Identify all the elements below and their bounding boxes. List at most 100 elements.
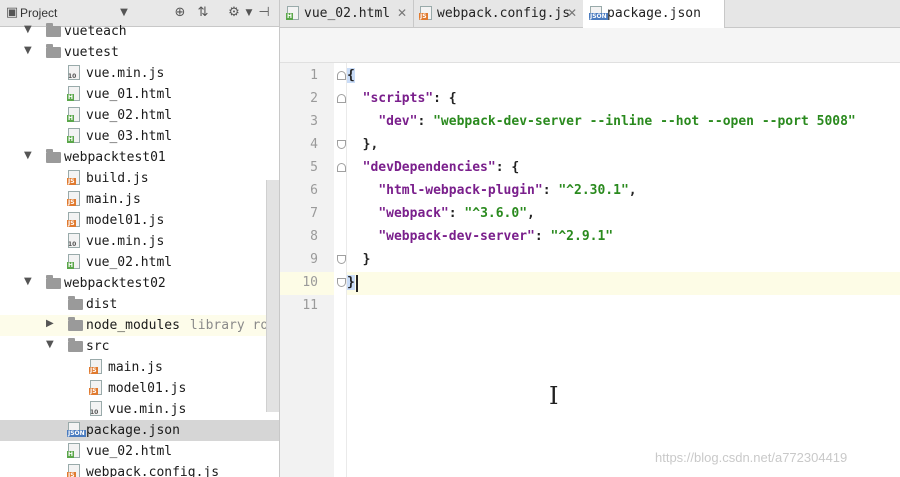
close-tab-icon[interactable]: ✕: [567, 6, 577, 20]
fold-marker-icon[interactable]: [337, 94, 346, 103]
binary-file-icon: 10: [68, 233, 80, 248]
tree-item-label: vue_02.html: [86, 444, 173, 459]
tree-item-label: vueteach: [64, 24, 127, 39]
collapse-arrow-icon[interactable]: ▼: [24, 24, 36, 38]
project-panel-title[interactable]: Project: [20, 6, 57, 20]
fold-marker-icon[interactable]: [337, 71, 346, 80]
tree-folder[interactable]: ▶ node_modules library root: [0, 315, 279, 336]
hide-panel-icon[interactable]: ⊣: [256, 5, 272, 21]
file-type-badge: JS: [89, 388, 98, 395]
file-type-badge: JS: [67, 199, 76, 206]
tree-file[interactable]: Hvue_01.html: [0, 84, 279, 105]
tree-folder[interactable]: ▼ webpacktest02: [0, 273, 279, 294]
json-punctuation: :: [534, 229, 551, 244]
binary-file-icon: 10: [90, 401, 102, 416]
file-type-badge: JS: [419, 13, 428, 20]
tree-file[interactable]: JS webpack.config.js: [0, 462, 279, 477]
project-scrollbar[interactable]: [266, 180, 279, 412]
settings-gear-icon[interactable]: ⚙: [226, 5, 242, 21]
settings-dropdown-icon[interactable]: ▼: [241, 5, 257, 21]
tree-item-label: vue.min.js: [86, 66, 165, 81]
tree-file[interactable]: JS main.js: [0, 357, 279, 378]
tree-folder[interactable]: dist: [0, 294, 279, 315]
file-type-badge: JS: [67, 472, 76, 477]
file-type-badge: JS: [67, 220, 76, 227]
file-type-badge: H: [286, 13, 294, 20]
collapse-arrow-icon[interactable]: ▼: [24, 45, 36, 59]
close-tab-icon[interactable]: ✕: [397, 6, 407, 20]
folder-icon: [68, 296, 83, 310]
json-punctuation: },: [347, 137, 379, 152]
json-punctuation: ,: [628, 183, 637, 198]
collapse-all-icon[interactable]: ⇅: [195, 5, 211, 21]
html-file-icon: H: [67, 128, 80, 143]
editor-breadcrumb-bar: [280, 28, 900, 63]
editor-tab[interactable]: JS webpack.config.js ✕: [413, 0, 584, 27]
view-dropdown-icon[interactable]: ▼: [116, 5, 132, 21]
folder-icon: [46, 23, 61, 37]
file-type-badge: H: [67, 136, 75, 143]
project-view-icon[interactable]: ▣: [4, 5, 20, 21]
tree-folder[interactable]: ▼ src: [0, 336, 279, 357]
tree-item-label: node_modules library root: [86, 318, 279, 333]
js-file-icon: JS: [67, 191, 80, 206]
collapse-arrow-icon[interactable]: ▼: [24, 276, 36, 290]
tree-file[interactable]: Hvue_03.html: [0, 126, 279, 147]
json-punctuation: :: [542, 183, 559, 198]
locate-file-icon[interactable]: ⊕: [172, 5, 188, 21]
tree-folder[interactable]: ▼ webpacktest01: [0, 147, 279, 168]
tree-item-label: package.json: [86, 423, 180, 438]
tree-file[interactable]: 10 vue.min.js: [0, 399, 279, 420]
code-line: "html-webpack-plugin": "^2.30.1",: [347, 180, 900, 203]
js-file-icon: JS: [67, 170, 80, 185]
fold-marker-icon[interactable]: [337, 163, 346, 172]
tree-item-label: vue_03.html: [86, 129, 173, 144]
tree-file[interactable]: 10 vue.min.js: [0, 231, 279, 252]
tree-folder[interactable]: ▼ vuetest: [0, 42, 279, 63]
tree-file[interactable]: Hvue_02.html: [0, 105, 279, 126]
project-panel: ▣ Project ▼ ⊕ ⇅ ⚙ ▼ ⊣ ▼ vueteach ▼ vuetest 1…: [0, 0, 280, 477]
fold-marker-icon[interactable]: [337, 255, 346, 264]
tree-file[interactable]: JS model01.js: [0, 210, 279, 231]
json-key: "dev": [378, 114, 418, 129]
file-type-badge: 10: [68, 241, 77, 248]
tree-item-label: webpacktest02: [64, 276, 166, 291]
editor-tab[interactable]: JSON package.json: [583, 0, 725, 28]
fold-marker-icon[interactable]: [337, 278, 346, 287]
editor-tab[interactable]: Hvue_02.html ✕: [280, 0, 414, 27]
tree-item-label: vuetest: [64, 45, 119, 60]
code-line: }: [347, 249, 900, 272]
fold-marker-icon[interactable]: [337, 140, 346, 149]
tree-item-label: main.js: [108, 360, 163, 375]
tree-file[interactable]: Hvue_02.html: [0, 252, 279, 273]
file-type-badge: JSON: [67, 430, 86, 437]
folder-icon: [46, 275, 61, 289]
tab-label: package.json: [607, 6, 701, 21]
tree-file[interactable]: JS build.js: [0, 168, 279, 189]
json-key: "webpack": [378, 206, 449, 221]
tree-file[interactable]: Hvue_02.html: [0, 441, 279, 462]
json-punctuation: [347, 206, 378, 221]
tree-file[interactable]: 10 vue.min.js: [0, 63, 279, 84]
file-type-badge: JSON: [589, 13, 608, 20]
json-punctuation: [347, 160, 363, 175]
json-key: "scripts": [362, 91, 434, 106]
tree-file[interactable]: JS model01.js: [0, 378, 279, 399]
fold-gutter: [334, 63, 347, 477]
expand-arrow-icon[interactable]: ▶: [46, 318, 58, 332]
tree-item-label: vue.min.js: [86, 234, 165, 249]
collapse-arrow-icon[interactable]: ▼: [24, 150, 36, 164]
tree-file[interactable]: JSON package.json: [0, 420, 279, 441]
json-key: "html-webpack-plugin": [378, 183, 543, 198]
tree-item-label: vue_01.html: [86, 87, 173, 102]
tree-folder[interactable]: ▼ vueteach: [0, 21, 279, 42]
watermark: https://blog.csdn.net/a772304419: [655, 450, 848, 465]
tree-item-label: vue_02.html: [86, 108, 173, 123]
json-file-icon: JSON: [589, 6, 608, 20]
json-key: "webpack-dev-server": [378, 229, 535, 244]
file-type-badge: 10: [90, 409, 99, 416]
tree-file[interactable]: JS main.js: [0, 189, 279, 210]
json-punctuation: {: [347, 68, 355, 83]
collapse-arrow-icon[interactable]: ▼: [46, 339, 58, 353]
